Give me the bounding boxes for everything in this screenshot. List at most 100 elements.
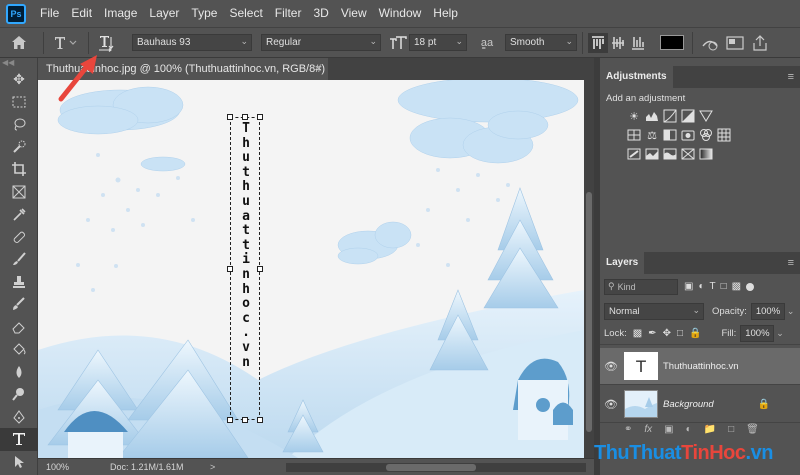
layer-name[interactable]: Thuthuattinhoc.vn (663, 361, 739, 372)
visibility-eye-icon[interactable]: 👁 (600, 360, 622, 373)
fx-icon[interactable]: fx (644, 424, 652, 440)
clone-stamp-tool-icon[interactable] (0, 271, 38, 294)
panel-menu-icon[interactable]: ≡ (788, 71, 794, 83)
opacity-field[interactable]: 100% (750, 302, 785, 320)
gradient-map-icon[interactable] (699, 147, 713, 161)
transform-handle[interactable] (227, 266, 233, 272)
scroll-thumb[interactable] (386, 464, 476, 471)
curves-icon[interactable] (663, 109, 677, 123)
layer-name[interactable]: Background (663, 399, 714, 410)
new-layer-icon[interactable]: □ (728, 424, 734, 440)
chevron-down-icon[interactable]: ⌄ (776, 328, 784, 339)
healing-brush-tool-icon[interactable] (0, 226, 38, 249)
lock-all-icon[interactable]: 🔒 (689, 328, 701, 339)
menu-layer[interactable]: Layer (143, 0, 185, 27)
brightness-contrast-icon[interactable]: ☀ (627, 109, 641, 123)
text-layer-bounding-box[interactable]: Thuthuattinhoc.vn (227, 114, 263, 423)
chevron-down-icon[interactable]: ⌄ (787, 306, 795, 317)
filter-type-icon[interactable]: T (710, 281, 716, 292)
lasso-tool-icon[interactable] (0, 113, 38, 136)
fill-field[interactable]: 100% (740, 325, 775, 342)
threshold-icon[interactable] (663, 147, 677, 161)
vertical-scrollbar[interactable] (584, 80, 594, 458)
add-mask-icon[interactable]: ▣ (664, 424, 673, 440)
visibility-eye-icon[interactable]: 👁 (600, 398, 622, 411)
zoom-level[interactable]: 100% (46, 462, 90, 472)
scroll-thumb[interactable] (586, 192, 592, 432)
transform-handle[interactable] (227, 417, 233, 423)
vibrance-icon[interactable] (699, 109, 713, 123)
menu-filter[interactable]: Filter (269, 0, 308, 27)
blur-tool-icon[interactable] (0, 361, 38, 384)
menu-help[interactable]: Help (427, 0, 464, 27)
transform-handle[interactable] (257, 114, 263, 120)
tab-adjustments[interactable]: Adjustments (600, 66, 673, 88)
font-size-select[interactable]: 18 pt ⌄ (409, 34, 467, 51)
align-bottom-icon[interactable] (628, 36, 648, 50)
path-selection-tool-icon[interactable] (0, 451, 38, 474)
filter-toggle-icon[interactable] (746, 283, 755, 291)
frame-tool-icon[interactable] (0, 181, 38, 204)
canvas-area[interactable]: Thuthuattinhoc.vn (38, 80, 584, 458)
history-brush-tool-icon[interactable] (0, 293, 38, 316)
eyedropper-tool-icon[interactable] (0, 203, 38, 226)
menu-type[interactable]: Type (185, 0, 223, 27)
menu-window[interactable]: Window (373, 0, 428, 27)
channel-mixer-icon[interactable] (699, 128, 713, 142)
filter-smart-object-icon[interactable]: ▩ (732, 281, 741, 292)
document-canvas[interactable]: Thuthuattinhoc.vn (38, 80, 584, 458)
transform-handle[interactable] (257, 266, 263, 272)
font-style-select[interactable]: Regular ⌄ (261, 34, 381, 51)
horizontal-scrollbar[interactable] (286, 463, 586, 472)
lock-position-icon[interactable]: ✥ (663, 328, 671, 339)
lock-pixels-icon[interactable]: ✒ (648, 328, 656, 339)
close-icon[interactable]: × (316, 58, 322, 80)
layer-row-text[interactable]: 👁 T Thuthuattinhoc.vn (600, 348, 800, 385)
type-tool-preset-icon[interactable] (49, 35, 83, 51)
filter-pixel-icon[interactable]: ▣ (684, 281, 693, 292)
artboard-icon[interactable]: □ (677, 328, 683, 339)
quick-selection-tool-icon[interactable] (0, 136, 38, 159)
marquee-tool-icon[interactable] (0, 91, 38, 114)
panel-menu-icon[interactable]: ≡ (788, 257, 794, 269)
menu-view[interactable]: View (335, 0, 373, 27)
menu-file[interactable]: File (34, 0, 65, 27)
align-center-icon[interactable] (608, 36, 628, 50)
transform-handle[interactable] (242, 417, 248, 423)
delete-layer-icon[interactable]: 🗑 (746, 424, 759, 440)
transform-handle[interactable] (257, 417, 263, 423)
panels-icon[interactable] (722, 35, 748, 50)
layer-row-background[interactable]: 👁 Background 🔒 (600, 386, 800, 423)
exposure-icon[interactable] (681, 109, 695, 123)
text-color-swatch[interactable] (660, 35, 684, 50)
move-tool-icon[interactable]: ✥ (0, 68, 38, 91)
eraser-tool-icon[interactable] (0, 316, 38, 339)
dodge-tool-icon[interactable] (0, 383, 38, 406)
brush-tool-icon[interactable] (0, 248, 38, 271)
menu-edit[interactable]: Edit (65, 0, 98, 27)
link-layers-icon[interactable]: ⚭ (624, 424, 632, 440)
blend-mode-select[interactable]: Normal ⌄ (604, 302, 704, 320)
hue-saturation-icon[interactable] (627, 128, 641, 142)
antialias-select[interactable]: Smooth ⌄ (505, 34, 577, 51)
lock-transparency-icon[interactable]: ▩ (633, 328, 642, 339)
adjustment-layer-icon[interactable]: ◐ (686, 424, 692, 440)
align-top-icon[interactable] (588, 32, 608, 53)
new-group-icon[interactable]: 📁 (704, 424, 716, 440)
posterize-icon[interactable] (645, 147, 659, 161)
pen-tool-icon[interactable] (0, 406, 38, 429)
collapse-icon[interactable]: ◀◀ (0, 58, 37, 68)
filter-adjustment-icon[interactable]: ◐ (698, 281, 704, 292)
transform-handle[interactable] (227, 114, 233, 120)
invert-icon[interactable] (627, 147, 641, 161)
home-icon[interactable] (0, 35, 38, 50)
vertical-text-content[interactable]: Thuthuattinhoc.vn (231, 121, 261, 370)
photo-filter-icon[interactable] (681, 128, 695, 142)
menu-3d[interactable]: 3D (307, 0, 334, 27)
toggle-text-orientation-icon[interactable] (94, 34, 120, 52)
menu-image[interactable]: Image (98, 0, 143, 27)
color-balance-icon[interactable]: ⚖ (645, 128, 659, 142)
menu-select[interactable]: Select (223, 0, 268, 27)
filter-shape-icon[interactable]: □ (721, 281, 727, 292)
black-white-icon[interactable] (663, 128, 677, 142)
